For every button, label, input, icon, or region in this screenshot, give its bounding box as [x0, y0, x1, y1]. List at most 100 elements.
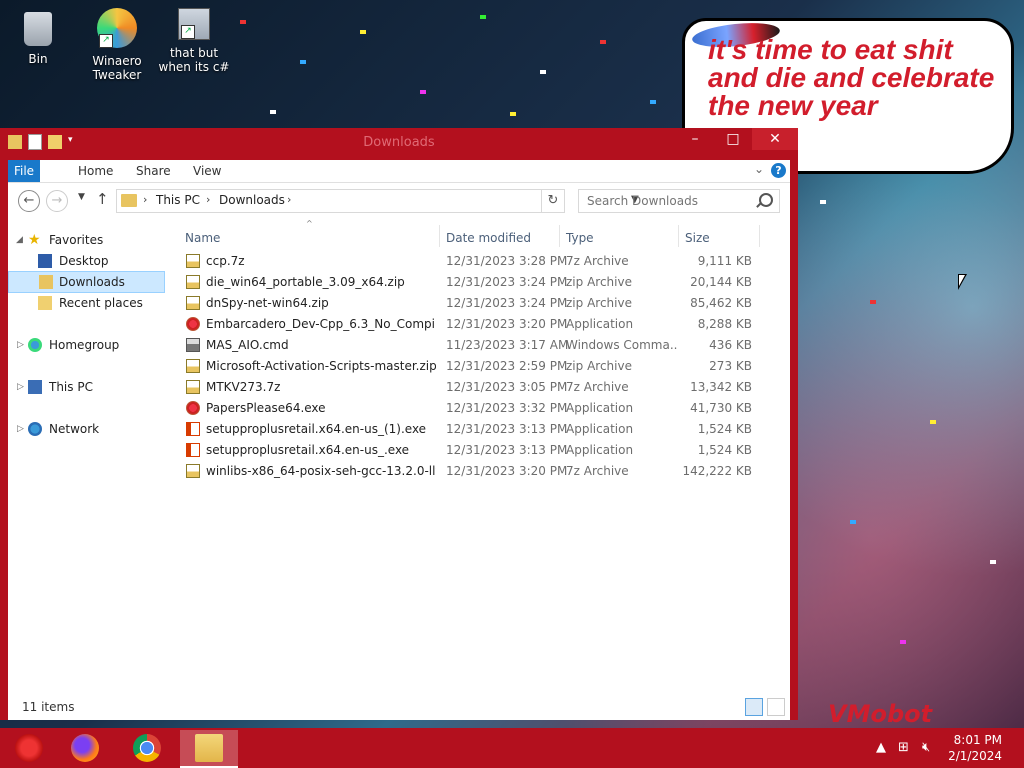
sort-ascending-icon: ^ [306, 219, 313, 228]
expand-arrow-icon[interactable]: ▷ [17, 335, 24, 355]
file-size: 13,342 KB [690, 380, 752, 394]
file-size: 85,462 KB [690, 296, 752, 310]
column-header-size[interactable]: Size [685, 228, 710, 248]
volume-muted-icon[interactable]: 🔇︎ [922, 740, 930, 755]
sidebar-item-recent[interactable]: Recent places [8, 293, 166, 313]
expand-arrow-icon[interactable]: ▷ [17, 377, 24, 397]
address-bar[interactable]: › This PC › Downloads › ▼ [116, 189, 639, 213]
file-date: 11/23/2023 3:17 AM [446, 338, 569, 352]
meme-caption: it's time to eat shit and die and celebr… [708, 36, 1008, 120]
sidebar-item-homegroup[interactable]: ▷ Homegroup [8, 335, 166, 355]
search-box[interactable] [578, 189, 780, 213]
column-header-date[interactable]: Date modified [446, 228, 531, 248]
file-name: PapersPlease64.exe [206, 401, 326, 415]
title-bar[interactable]: ▾ Downloads – □ ✕ [0, 128, 798, 158]
taskbar-firefox[interactable] [56, 730, 114, 766]
file-row[interactable]: ccp.7z 12/31/2023 3:28 PM 7z Archive 9,111 … [184, 251, 772, 272]
tab-home[interactable]: Home [66, 160, 125, 182]
sidebar-item-label: Desktop [59, 254, 109, 268]
tab-file[interactable]: File [8, 160, 40, 182]
desktop-icon-thatbut[interactable]: ↗ that but when its c# [156, 8, 232, 74]
chevron-right-icon[interactable]: › [143, 193, 147, 206]
downloads-folder-icon [39, 275, 53, 289]
sidebar-item-network[interactable]: ▷ Network [8, 419, 166, 439]
recent-locations-dropdown[interactable]: ▼ [78, 192, 85, 202]
column-divider[interactable] [559, 225, 560, 247]
tab-view[interactable]: View [181, 160, 233, 182]
breadcrumb-this-pc[interactable]: This PC [156, 193, 200, 207]
file-row[interactable]: Microsoft-Activation-Scripts-master.zip 1… [184, 356, 772, 377]
file-row[interactable]: dnSpy-net-win64.zip 12/31/2023 3:24 PM zip… [184, 293, 772, 314]
firefox-icon [71, 734, 99, 762]
file-name: dnSpy-net-win64.zip [206, 296, 329, 310]
start-orb-icon [15, 734, 43, 762]
search-input[interactable] [585, 193, 759, 209]
file-row[interactable]: MTKV273.7z 12/31/2023 3:05 PM 7z Archive 13… [184, 377, 772, 398]
column-header-type[interactable]: Type [566, 228, 594, 248]
file-row[interactable]: setupproplusretail.x64.en-us_.exe 12/31/2… [184, 440, 772, 461]
meme-line: and die and celebrate [708, 62, 995, 93]
status-bar: 11 items [8, 695, 790, 720]
breadcrumb-downloads[interactable]: Downloads [219, 193, 285, 207]
file-row[interactable]: die_win64_portable_3.09_x64.zip 12/31/202… [184, 272, 772, 293]
file-date: 12/31/2023 3:20 PM [446, 317, 568, 331]
tab-share[interactable]: Share [124, 160, 183, 182]
shortcut-stack-icon: ↗ [178, 8, 210, 40]
sidebar-item-label: Downloads [59, 275, 125, 289]
network-status-icon[interactable]: ⊞ [898, 740, 909, 755]
close-button[interactable]: ✕ [752, 128, 798, 150]
desktop-icon [38, 254, 52, 268]
file-type: 7z Archive [566, 254, 629, 268]
expand-arrow-icon[interactable]: ◢ [16, 230, 23, 250]
minimize-button[interactable]: – [676, 128, 714, 150]
file-row[interactable]: MAS_AIO.cmd 11/23/2023 3:17 AM Windows Com… [184, 335, 772, 356]
back-button[interactable]: ← [18, 190, 40, 212]
refresh-button[interactable]: ↻ [542, 189, 565, 213]
file-row[interactable]: Embarcadero_Dev-Cpp_6.3_No_Compiler... 12… [184, 314, 772, 335]
chrome-icon [133, 734, 161, 762]
expand-ribbon-icon[interactable]: ⌄ [754, 162, 764, 176]
show-hidden-icons-button[interactable]: ▲ [876, 740, 886, 755]
sidebar-item-thispc[interactable]: ▷ This PC [8, 377, 166, 397]
taskbar-chrome[interactable] [118, 730, 176, 766]
start-button[interactable] [0, 730, 58, 766]
column-divider[interactable] [678, 225, 679, 247]
meme-line: the new year [708, 90, 878, 121]
recent-places-icon [38, 296, 52, 310]
chevron-right-icon[interactable]: › [287, 193, 291, 206]
sidebar-item-label: Recent places [59, 296, 143, 310]
file-row[interactable]: setupproplusretail.x64.en-us_(1).exe 12/3… [184, 419, 772, 440]
chevron-right-icon[interactable]: › [206, 193, 210, 206]
file-row[interactable]: winlibs-x86_64-posix-seh-gcc-13.2.0-llv.… [184, 461, 772, 482]
help-button[interactable]: ? [771, 163, 786, 178]
system-clock[interactable]: 8:01 PM 2/1/2024 [948, 732, 1002, 764]
file-name: setupproplusretail.x64.en-us_(1).exe [206, 422, 427, 436]
sidebar-item-desktop[interactable]: Desktop [8, 251, 166, 271]
desktop-icon-winaero[interactable]: ↗ Winaero Tweaker [79, 8, 155, 82]
shortcut-arrow-icon: ↗ [181, 25, 195, 39]
file-size: 41,730 KB [690, 401, 752, 415]
search-icon[interactable] [759, 193, 773, 207]
forward-button[interactable]: → [46, 190, 68, 212]
file-date: 12/31/2023 2:59 PM [446, 359, 568, 373]
desktop-icon-bin[interactable]: Bin [0, 8, 76, 66]
large-icons-view-button[interactable] [767, 698, 785, 716]
file-date: 12/31/2023 3:28 PM [446, 254, 568, 268]
meme-line: it's time to eat shit [708, 34, 953, 65]
up-button[interactable]: ↑ [96, 190, 109, 208]
navigation-pane: ◢ ★ Favorites Desktop Downloads Recent p… [8, 217, 166, 695]
file-row[interactable]: PapersPlease64.exe 12/31/2023 3:32 PM Appl… [184, 398, 772, 419]
taskbar-file-explorer[interactable] [180, 730, 238, 768]
file-type: Application [566, 317, 634, 331]
column-divider[interactable] [759, 225, 760, 247]
details-view-button[interactable] [745, 698, 763, 716]
file-type: Application [566, 401, 634, 415]
shortcut-arrow-icon: ↗ [99, 34, 113, 48]
maximize-button[interactable]: □ [714, 128, 752, 150]
column-header-name[interactable]: Name [185, 228, 220, 248]
sidebar-item-downloads[interactable]: Downloads [8, 271, 165, 293]
expand-arrow-icon[interactable]: ▷ [17, 419, 24, 439]
desktop-icon-label: Winaero Tweaker [92, 54, 142, 82]
column-divider[interactable] [439, 225, 440, 247]
sidebar-item-favorites[interactable]: ◢ ★ Favorites [8, 230, 166, 250]
